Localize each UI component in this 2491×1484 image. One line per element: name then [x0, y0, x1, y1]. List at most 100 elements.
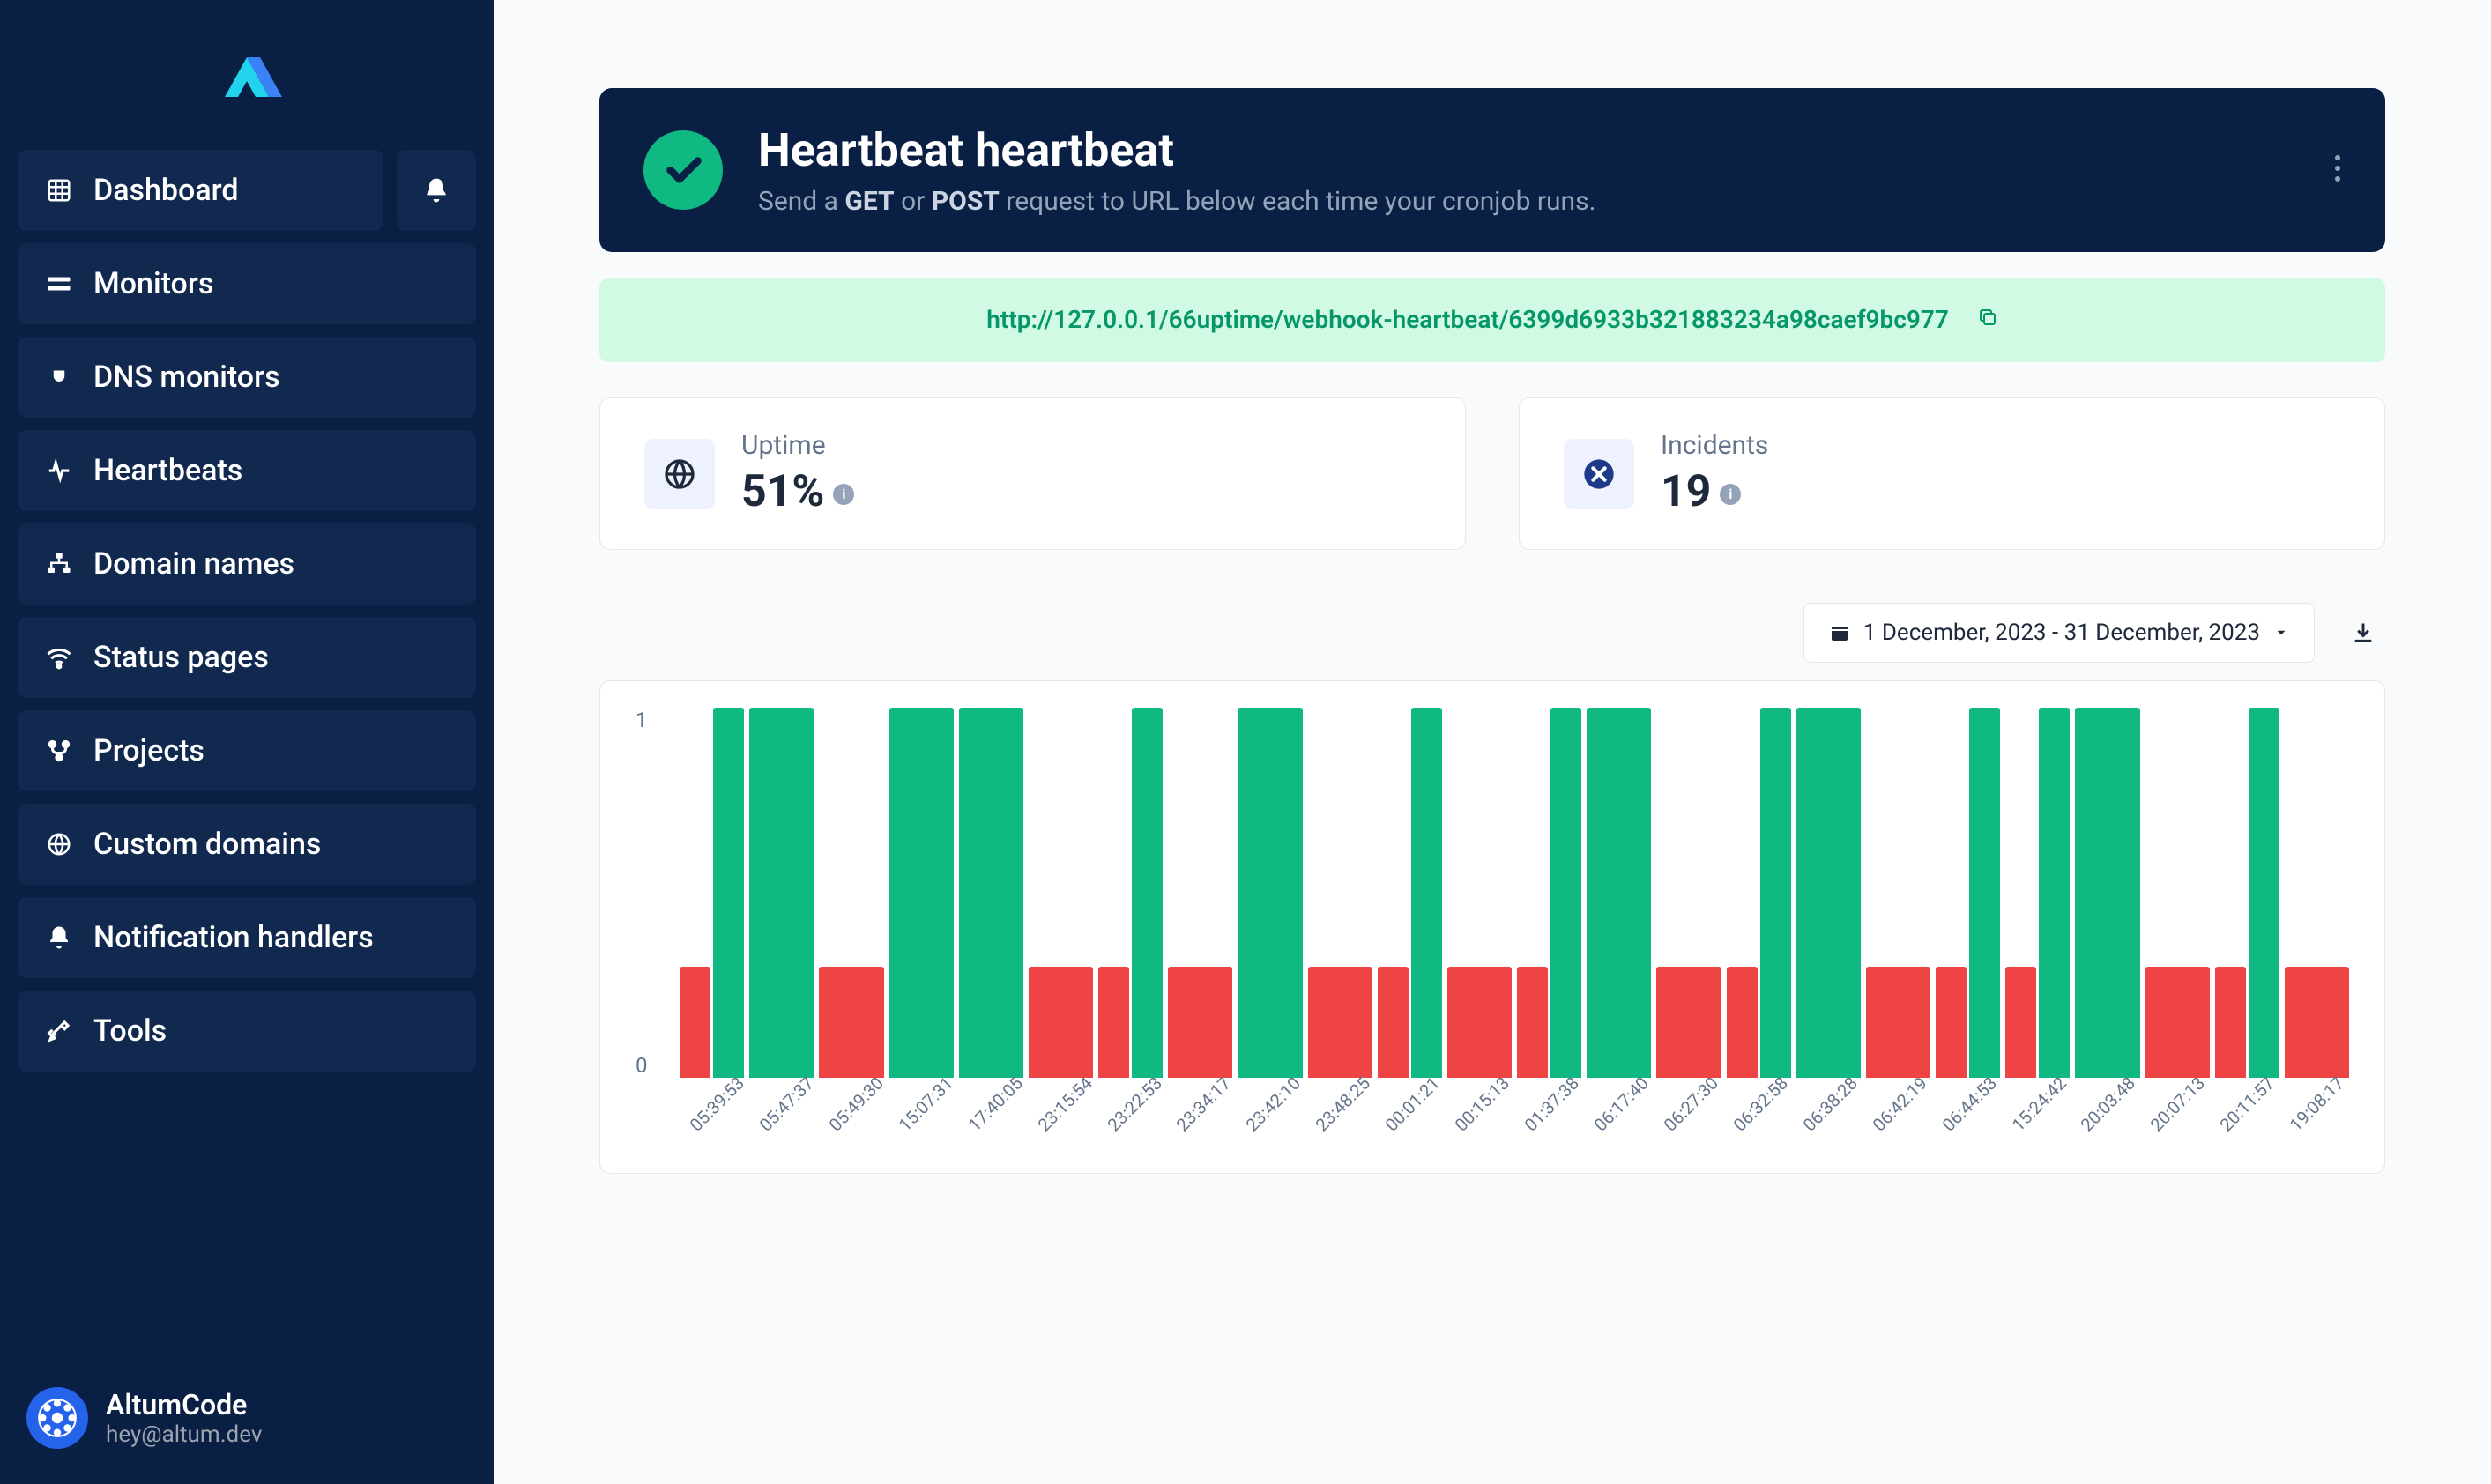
sidebar-item-dashboard[interactable]: Dashboard — [18, 150, 383, 231]
sidebar-item-label: DNS monitors — [93, 360, 280, 395]
chart-bar — [1760, 708, 1791, 1078]
chart-bar — [1517, 967, 1548, 1078]
calendar-icon — [1829, 622, 1850, 643]
notifications-button[interactable] — [397, 150, 476, 231]
pulse-icon — [44, 456, 74, 486]
chart-x-label: 15:24:42 — [2007, 1072, 2071, 1136]
chart-x-label: 06:17:40 — [1589, 1072, 1654, 1136]
chart-y-axis: 1 0 — [636, 708, 648, 1078]
webhook-url: http://127.0.0.1/66uptime/webhook-heartb… — [986, 305, 1949, 334]
chart-bar-group — [1936, 708, 2000, 1078]
tools-icon — [44, 1016, 74, 1046]
sidebar-item-monitors[interactable]: Monitors — [18, 243, 476, 324]
chart-bars — [671, 708, 2349, 1078]
chart-bar-group — [1866, 708, 1930, 1078]
chart-bar — [1411, 708, 1442, 1078]
chart-bar-group — [959, 708, 1023, 1078]
chart-bar-group — [1447, 708, 1512, 1078]
user-email: hey@altum.dev — [106, 1421, 262, 1448]
chart-bar-group — [680, 708, 744, 1078]
sidebar-item-notification-handlers[interactable]: Notification handlers — [18, 897, 476, 978]
chart-x-label: 20:11:57 — [2216, 1072, 2280, 1136]
chart-bar-group — [2285, 708, 2349, 1078]
chart-bar — [889, 708, 954, 1078]
chart-bar — [2039, 708, 2070, 1078]
wifi-icon — [44, 642, 74, 672]
chart-x-label: 06:27:30 — [1659, 1072, 1723, 1136]
more-menu-button[interactable] — [2334, 154, 2341, 186]
chart-bar — [1727, 967, 1758, 1078]
stat-value: 19i — [1661, 466, 1768, 517]
date-range-text: 1 December, 2023 - 31 December, 2023 — [1863, 620, 2260, 646]
chart-bar — [1168, 967, 1232, 1078]
chart-x-label: 05:39:53 — [686, 1072, 750, 1136]
chart-x-label: 15:07:31 — [894, 1072, 958, 1136]
chart-bar-group — [1098, 708, 1163, 1078]
chart-bar — [959, 708, 1023, 1078]
stat-card-incidents: Incidents 19i — [1519, 397, 2385, 550]
date-range-picker[interactable]: 1 December, 2023 - 31 December, 2023 — [1803, 603, 2315, 663]
sidebar-item-projects[interactable]: Projects — [18, 710, 476, 791]
chart-bar — [1936, 967, 1967, 1078]
sidebar-item-domain-names[interactable]: Domain names — [18, 523, 476, 605]
chart-bar — [1587, 708, 1651, 1078]
chart-bar — [1029, 967, 1093, 1078]
avatar — [26, 1387, 88, 1449]
chevron-down-icon — [2273, 625, 2289, 641]
chart-bar-group — [1796, 708, 1861, 1078]
chart-bar — [2075, 708, 2139, 1078]
info-icon[interactable]: i — [1720, 484, 1741, 505]
chart-x-label: 00:15:13 — [1451, 1072, 1515, 1136]
chart-bar-group — [1656, 708, 1721, 1078]
globe-icon — [44, 829, 74, 859]
chart-bar — [2005, 967, 2036, 1078]
sidebar-item-heartbeats[interactable]: Heartbeats — [18, 430, 476, 511]
chart-bar — [1656, 967, 1721, 1078]
app-logo — [18, 18, 476, 150]
sidebar-item-dns-monitors[interactable]: DNS monitors — [18, 337, 476, 418]
stat-card-uptime: Uptime 51%i — [599, 397, 1466, 550]
chart-x-label: 23:15:54 — [1033, 1072, 1097, 1136]
sidebar-item-status-pages[interactable]: Status pages — [18, 617, 476, 698]
sidebar-item-tools[interactable]: Tools — [18, 991, 476, 1072]
info-icon[interactable]: i — [833, 484, 854, 505]
user-profile[interactable]: AltumCode hey@altum.dev — [18, 1369, 476, 1466]
page-title: Heartbeat heartbeat — [758, 123, 1596, 177]
sidebar-item-custom-domains[interactable]: Custom domains — [18, 804, 476, 885]
plug-icon — [44, 362, 74, 392]
chart-bar-group — [1517, 708, 1581, 1078]
download-button[interactable] — [2341, 611, 2385, 655]
chart-bar-group — [2075, 708, 2139, 1078]
chart-x-axis: 05:39:5305:47:3705:49:3015:07:3117:40:05… — [671, 1091, 2349, 1112]
sidebar-item-label: Status pages — [93, 640, 269, 675]
chart-bar — [713, 708, 744, 1078]
status-check-icon — [643, 130, 723, 210]
chart-x-label: 17:40:05 — [963, 1072, 1028, 1136]
uptime-chart: 1 0 05:39:5305:47:3705:49:3015:07:3117:4… — [599, 680, 2385, 1174]
branch-icon — [44, 736, 74, 766]
chart-bar — [1238, 708, 1302, 1078]
chart-bar-group — [1238, 708, 1302, 1078]
chart-bar-group — [889, 708, 954, 1078]
chart-x-label: 23:42:10 — [1242, 1072, 1306, 1136]
sidebar-item-label: Dashboard — [93, 173, 239, 208]
chart-bar-group — [1029, 708, 1093, 1078]
chart-bar — [1098, 967, 1129, 1078]
chart-x-label: 06:44:53 — [1937, 1072, 2002, 1136]
copy-button[interactable] — [1977, 305, 1998, 334]
chart-x-label: 23:34:17 — [1172, 1072, 1237, 1136]
main-content: Heartbeat heartbeat Send a GET or POST r… — [494, 0, 2491, 1484]
stat-label: Incidents — [1661, 430, 1768, 461]
chart-bar — [1447, 967, 1512, 1078]
user-name: AltumCode — [106, 1388, 262, 1421]
stat-label: Uptime — [741, 430, 854, 461]
close-circle-icon — [1564, 439, 1634, 509]
chart-x-label: 05:47:37 — [755, 1072, 819, 1136]
chart-bar-group — [749, 708, 814, 1078]
stat-value: 51%i — [741, 466, 854, 517]
sidebar-item-label: Heartbeats — [93, 453, 242, 488]
chart-bar-group — [1587, 708, 1651, 1078]
chart-bar — [1796, 708, 1861, 1078]
chart-bar — [1866, 967, 1930, 1078]
sidebar-item-label: Domain names — [93, 546, 294, 582]
